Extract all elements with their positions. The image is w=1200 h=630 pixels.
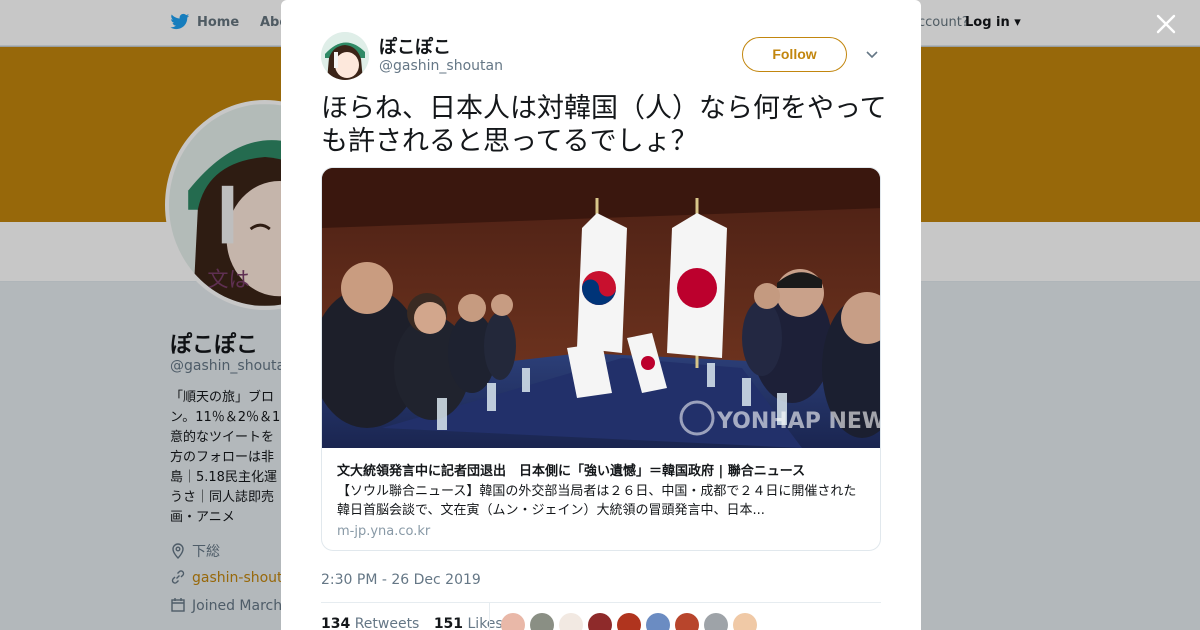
card-title[interactable]: 文大統領発言中に記者団退出 日本側に「強い遺憾」＝韓国政府 | 聯合ニュース [337, 460, 867, 479]
retweets-count: 134 [321, 616, 351, 630]
author-avatar[interactable] [321, 32, 369, 80]
liker-avatar[interactable] [501, 613, 525, 630]
follow-button[interactable]: Follow [742, 37, 847, 72]
liker-avatar[interactable] [559, 613, 583, 630]
liker-avatar[interactable] [588, 613, 612, 630]
likes-stat[interactable]: 151 Likes [434, 616, 503, 630]
likes-count: 151 [433, 616, 464, 630]
tweet-stats: 134 Retweets 151 Likes [321, 616, 503, 630]
tweet-modal: ぽこぽこ @gashin_shoutan Follow ほらね、日本人は対韓国（… [281, 0, 921, 630]
link-card[interactable]: YONHAP NEWS 文大統領発言中に記者団退出 日本側に「強い遺憾」＝韓国政… [321, 167, 881, 551]
liker-avatar[interactable] [530, 613, 554, 630]
stats-divider [321, 602, 881, 603]
card-image: YONHAP NEWS [322, 168, 881, 448]
card-watermark: YONHAP NEWS [716, 409, 881, 434]
card-description: 【ソウル聯合ニュース】韓国の外交部当局者は２６日、中国・成都で２４日に開催された… [337, 484, 857, 518]
chevron-down-icon[interactable] [865, 48, 879, 60]
likes-label: Likes [467, 616, 503, 630]
liker-avatar[interactable] [617, 613, 641, 630]
author-name[interactable]: ぽこぽこ [379, 33, 451, 59]
liker-avatar[interactable] [704, 613, 728, 630]
tweet-text: ほらね、日本人は対韓国（人）なら何をやっても許されると思ってるでしょ？ [321, 93, 887, 157]
retweets-label: Retweets [354, 616, 420, 630]
tweet-timestamp[interactable]: 2:30 PM - 26 Dec 2019 [321, 572, 481, 588]
liker-avatar[interactable] [646, 613, 670, 630]
card-domain: m-jp.yna.co.kr [337, 524, 431, 539]
author-avatar-illustration [321, 32, 369, 80]
liker-avatar[interactable] [675, 613, 699, 630]
liker-avatar[interactable] [733, 613, 757, 630]
close-icon[interactable] [1154, 12, 1178, 36]
author-handle[interactable]: @gashin_shoutan [379, 58, 503, 74]
liker-avatars [501, 613, 757, 630]
retweets-stat[interactable]: 134 Retweets [321, 616, 419, 630]
stats-vertical-divider [489, 603, 490, 630]
